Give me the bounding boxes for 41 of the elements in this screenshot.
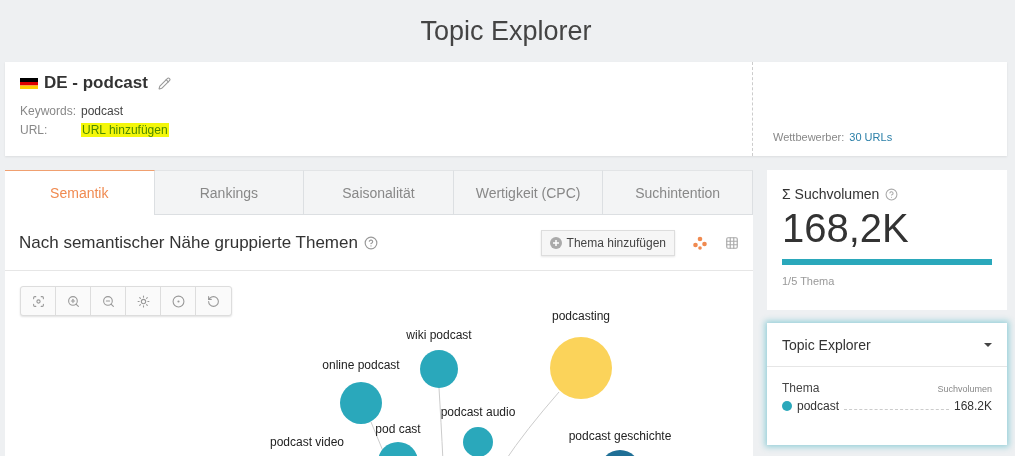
keywords-value: podcast [81,104,124,118]
competitors-link[interactable]: 30 URLs [849,131,893,143]
help-icon[interactable] [363,235,378,250]
topic-node[interactable] [463,427,493,456]
column-header: Thema [782,381,820,395]
topic-volume: 168.2K [953,399,992,413]
plus-icon [549,236,562,249]
section-heading: Nach semantischer Nähe gruppierte Themen [19,232,358,253]
keywords-label: Keywords: [20,104,77,118]
page-title: Topic Explorer [419,14,593,48]
node-label: podcast audio [440,405,516,419]
node-label: online podcast [322,358,400,372]
volume-title: Σ Suchvolumen [782,186,880,202]
project-title: DE - podcast [44,73,148,93]
network-view-icon[interactable] [693,235,707,250]
card-title: Topic Explorer [782,336,871,353]
node-label: podcast geschichte [568,429,672,443]
tab[interactable]: Suchintention [603,170,753,215]
node-label: wiki podcast [406,328,472,342]
tab[interactable]: Rankings [154,170,305,215]
table-view-icon[interactable] [725,235,739,250]
topic-count: 1/5 Thema [782,275,836,287]
node-label: podcasting [552,309,610,323]
help-icon[interactable] [885,187,899,201]
topic-node[interactable] [420,350,458,388]
node-label: podcast video [269,435,345,449]
volume-value: 168,2K [782,206,910,251]
tab[interactable]: Semantik [5,170,155,215]
edit-icon[interactable] [157,76,171,90]
tab[interactable]: Saisonalität [304,170,454,215]
column-header: Suchvolumen [937,384,992,394]
add-url-link[interactable]: URL hinzufügen [81,123,169,137]
add-topic-button[interactable]: Thema hinzufügen [540,229,675,256]
topic-name: podcast [797,399,840,413]
competitors-label: Wettbewerber: [773,131,845,143]
caret-icon[interactable] [984,342,992,347]
german-flag-icon [20,77,38,89]
node-label: pod cast [375,422,421,436]
tab[interactable]: Wertigkeit (CPC) [453,170,604,215]
topic-node[interactable] [340,382,382,424]
url-label: URL: [20,123,48,137]
